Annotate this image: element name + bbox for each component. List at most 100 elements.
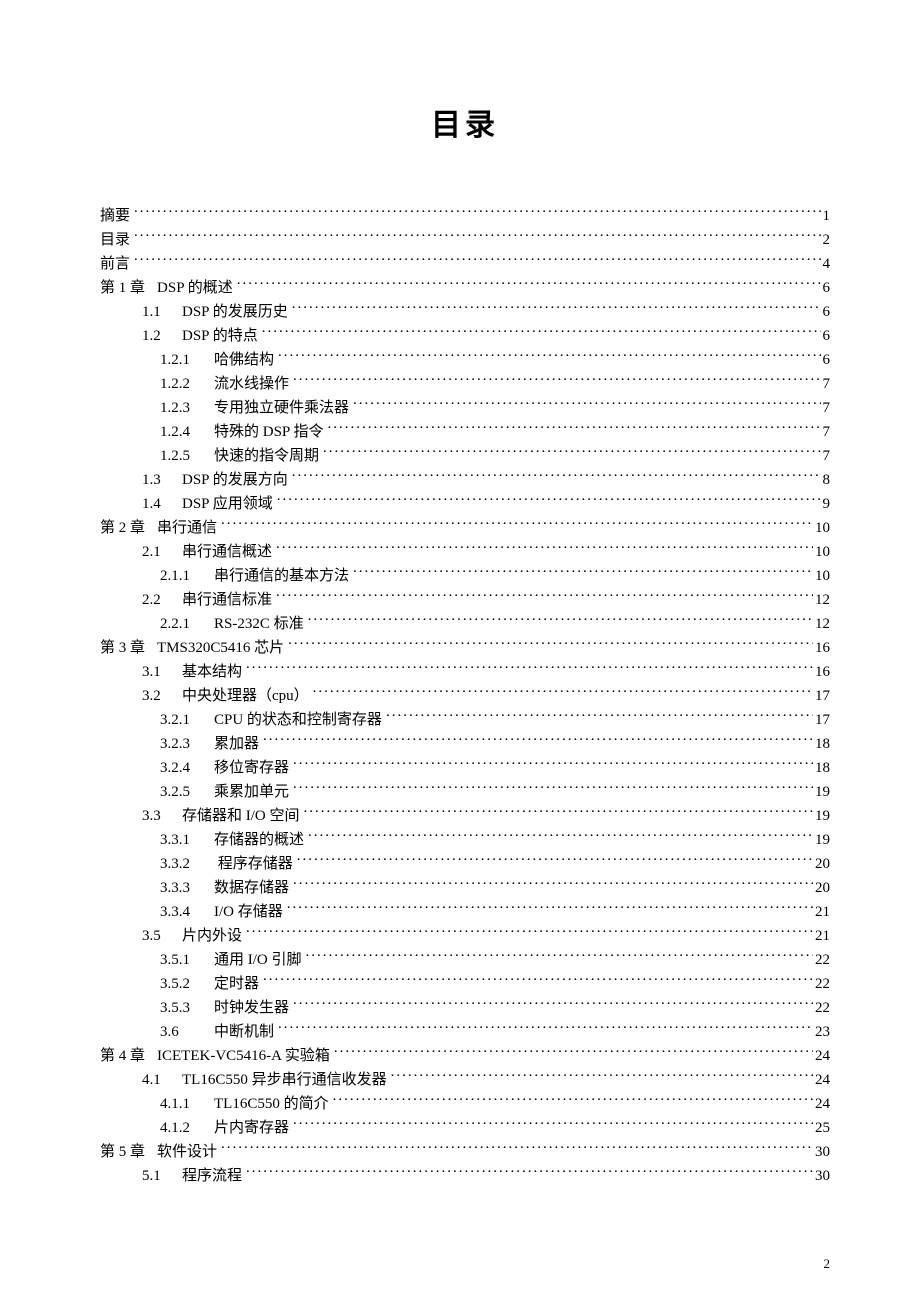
toc-entry-text: 片内寄存器 <box>214 1120 289 1136</box>
toc-dots <box>349 397 820 412</box>
toc-entry-number: 3.3.1 <box>160 828 206 852</box>
toc-entry: 第 4 章ICETEK-VC5416-A 实验箱24 <box>100 1044 830 1068</box>
toc-entry-number: 3.1 <box>142 660 178 684</box>
toc-label: 3.2.3累加器 <box>160 732 259 756</box>
toc-page-number: 21 <box>813 924 830 948</box>
toc-dots <box>258 325 821 340</box>
toc-entry-number: 3.2.5 <box>160 780 206 804</box>
toc-entry-text: ICETEK-VC5416-A 实验箱 <box>157 1048 330 1064</box>
toc-dots <box>289 1117 813 1132</box>
toc-dots <box>319 445 820 460</box>
toc-label: 3.3存储器和 I/O 空间 <box>142 804 300 828</box>
toc-entry: 3.2.1CPU 的状态和控制寄存器17 <box>100 708 830 732</box>
toc-dots <box>289 373 820 388</box>
toc-page-number: 6 <box>821 276 831 300</box>
toc-entry-text: 目录 <box>100 232 130 248</box>
toc-label: 1.2.3专用独立硬件乘法器 <box>160 396 349 420</box>
toc-entry-number: 1.2.1 <box>160 348 206 372</box>
toc-entry: 3.3存储器和 I/O 空间 19 <box>100 804 830 828</box>
toc-dots <box>289 781 813 796</box>
toc-entry: 1.1DSP 的发展历史6 <box>100 300 830 324</box>
toc-page-number: 4 <box>821 252 831 276</box>
toc-entry: 2.1.1串行通信的基本方法10 <box>100 564 830 588</box>
toc-label: 前言 <box>100 252 130 276</box>
toc-page-number: 17 <box>813 684 830 708</box>
toc-page-number: 19 <box>813 804 830 828</box>
toc-label: 3.2.1CPU 的状态和控制寄存器 <box>160 708 382 732</box>
toc-label: 3.1基本结构 <box>142 660 242 684</box>
toc-entry-number: 2.2.1 <box>160 612 206 636</box>
toc-entry-text: 数据存储器 <box>214 880 289 896</box>
toc-entry-text: 前言 <box>100 256 130 272</box>
toc-page-number: 10 <box>813 540 830 564</box>
toc-page-number: 9 <box>821 492 831 516</box>
toc-entry-text: 流水线操作 <box>214 376 289 392</box>
table-of-contents: 摘要1目录2前言4第 1 章DSP 的概述61.1DSP 的发展历史61.2DS… <box>100 204 830 1188</box>
toc-page-number: 25 <box>813 1116 830 1140</box>
toc-dots <box>289 757 813 772</box>
toc-entry: 摘要1 <box>100 204 830 228</box>
toc-entry-number: 3.3.4 <box>160 900 206 924</box>
toc-entry-text: 串行通信标准 <box>182 592 272 608</box>
toc-entry-text: 软件设计 <box>157 1144 217 1160</box>
toc-entry: 3.3.4I/O 存储器21 <box>100 900 830 924</box>
toc-dots <box>293 853 813 868</box>
toc-entry-number: 3.5.3 <box>160 996 206 1020</box>
toc-label: 4.1TL16C550 异步串行通信收发器 <box>142 1068 387 1092</box>
toc-dots <box>349 565 813 580</box>
toc-entry: 1.2.3专用独立硬件乘法器7 <box>100 396 830 420</box>
toc-label: 3.3.1存储器的概述 <box>160 828 304 852</box>
toc-entry-number: 3.2.3 <box>160 732 206 756</box>
toc-entry-text: DSP 的特点 <box>182 328 258 344</box>
toc-label: 3.6中断机制 <box>160 1020 274 1044</box>
toc-dots <box>242 1165 813 1180</box>
toc-page-number: 6 <box>821 300 831 324</box>
toc-dots <box>387 1069 813 1084</box>
toc-entry-number: 1.2.5 <box>160 444 206 468</box>
toc-dots <box>329 1093 813 1108</box>
toc-entry-text: 哈佛结构 <box>214 352 274 368</box>
toc-page-number: 30 <box>813 1164 830 1188</box>
toc-entry: 2.2.1RS-232C 标准12 <box>100 612 830 636</box>
toc-label: 1.2.5快速的指令周期 <box>160 444 319 468</box>
toc-label: 第 1 章 DSP 的概述 <box>100 276 233 300</box>
toc-entry: 1.2.4特殊的 DSP 指令7 <box>100 420 830 444</box>
toc-label: 2.1.1串行通信的基本方法 <box>160 564 349 588</box>
toc-entry: 4.1.1TL16C550 的简介24 <box>100 1092 830 1116</box>
toc-entry-number: 1.3 <box>142 468 178 492</box>
toc-dots <box>309 685 813 700</box>
toc-entry-text: CPU 的状态和控制寄存器 <box>214 712 382 728</box>
toc-page-number: 22 <box>813 948 830 972</box>
toc-entry-number: 第 4 章 <box>100 1048 145 1064</box>
toc-page-number: 7 <box>821 444 831 468</box>
toc-dots <box>382 709 813 724</box>
toc-entry-text: 摘要 <box>100 208 130 224</box>
toc-dots <box>304 829 813 844</box>
toc-entry-text: 基本结构 <box>182 664 242 680</box>
toc-entry-text: DSP 的概述 <box>157 280 233 296</box>
toc-entry-number: 3.2 <box>142 684 178 708</box>
toc-entry-number: 3.6 <box>160 1020 206 1044</box>
toc-dots <box>323 421 820 436</box>
toc-page-number: 16 <box>813 660 830 684</box>
toc-entry: 3.3.1存储器的概述19 <box>100 828 830 852</box>
toc-entry-text: 串行通信的基本方法 <box>214 568 349 584</box>
toc-entry-text: DSP 应用领域 <box>182 496 273 512</box>
toc-label: 1.2DSP 的特点 <box>142 324 258 348</box>
toc-page-number: 24 <box>813 1068 830 1092</box>
toc-page-number: 10 <box>813 516 830 540</box>
toc-entry: 第 5 章软件设计30 <box>100 1140 830 1164</box>
toc-entry-number: 2.1 <box>142 540 178 564</box>
toc-entry-number: 第 3 章 <box>100 640 145 656</box>
toc-label: 3.5.1通用 I/O 引脚 <box>160 948 302 972</box>
toc-entry: 3.6中断机制23 <box>100 1020 830 1044</box>
toc-entry-text: 定时器 <box>214 976 259 992</box>
toc-entry-number: 第 1 章 <box>100 280 145 296</box>
toc-label: 3.5.2定时器 <box>160 972 259 996</box>
toc-dots <box>289 997 813 1012</box>
page-number: 2 <box>824 1256 831 1272</box>
toc-entry-text: 存储器和 I/O 空间 <box>182 808 300 824</box>
toc-label: 第 3 章TMS320C5416 芯片 <box>100 636 284 660</box>
toc-entry: 1.4DSP 应用领域9 <box>100 492 830 516</box>
toc-dots <box>259 733 813 748</box>
